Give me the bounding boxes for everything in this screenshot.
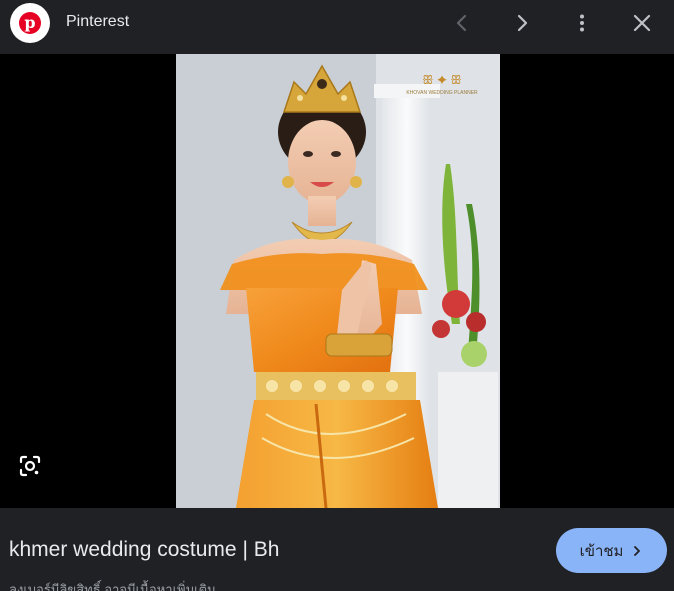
- pinterest-logo-icon[interactable]: p: [10, 3, 50, 43]
- image-subcaption: ลงเบอร์มีลิขสิทธิ์ อาจมีเนื้อหาเพิ่มเติม: [9, 582, 216, 591]
- image-preview-area: ꕥ ✦ ꕥ KHOVAN WEDDING PLANNER: [0, 54, 674, 508]
- preview-image[interactable]: ꕥ ✦ ꕥ KHOVAN WEDDING PLANNER: [176, 54, 500, 508]
- close-button[interactable]: [626, 7, 658, 39]
- viewer-header: p Pinterest: [0, 0, 674, 54]
- svg-text:KHOVAN WEDDING PLANNER: KHOVAN WEDDING PLANNER: [406, 90, 478, 96]
- visit-button-label: เข้าชม: [579, 542, 624, 560]
- previous-button[interactable]: [446, 7, 478, 39]
- pinterest-logo-letter: p: [19, 12, 41, 34]
- google-lens-icon: [19, 455, 41, 477]
- more-vert-icon: [580, 14, 584, 32]
- image-title[interactable]: khmer wedding costume | Bh: [9, 536, 279, 564]
- chevron-left-icon: [456, 14, 467, 32]
- chevron-right-icon: [517, 14, 528, 32]
- image-viewer-panel: p Pinterest ꕥ ✦ ꕥ KHOVAN WEDDING PLANNER…: [0, 0, 674, 591]
- source-name[interactable]: Pinterest: [66, 12, 129, 32]
- chevron-right-icon: [634, 545, 641, 556]
- next-button[interactable]: [506, 7, 538, 39]
- google-lens-button[interactable]: [14, 450, 46, 482]
- preview-image-illustration: ꕥ ✦ ꕥ KHOVAN WEDDING PLANNER: [176, 54, 500, 508]
- close-icon: [633, 14, 651, 32]
- visit-button[interactable]: เข้าชม: [556, 528, 667, 573]
- more-options-button[interactable]: [566, 7, 598, 39]
- svg-text:ꕥ ✦ ꕥ: ꕥ ✦ ꕥ: [422, 73, 461, 87]
